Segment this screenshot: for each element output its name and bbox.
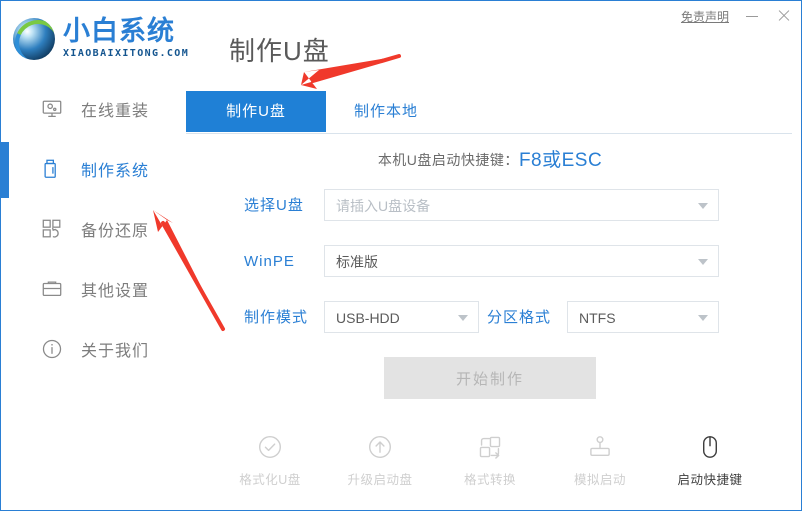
content-panel: 制作U盘 制作本地 本机U盘启动快捷键：F8或ESC 选择U盘 请插入U盘设备 … [179, 79, 801, 510]
minimize-icon[interactable] [743, 7, 761, 25]
mode-select-value: USB-HDD [336, 310, 400, 326]
monitor-icon [41, 98, 63, 120]
winpe-label: WinPE [244, 253, 295, 270]
active-indicator [1, 142, 9, 198]
title-bar: 小白系统 XIAOBAIXITONG.COM 制作U盘 免责声明 [1, 1, 801, 79]
start-button[interactable]: 开始制作 [384, 357, 596, 399]
tool-label: 启动快捷键 [677, 473, 743, 487]
logo-name-en: XIAOBAIXITONG.COM [63, 48, 190, 59]
usb-select-value: 请插入U盘设备 [336, 198, 431, 214]
form-row-usb: 选择U盘 请插入U盘设备 [179, 189, 801, 233]
boot-shortcut-key: F8或ESC [518, 150, 603, 171]
tool-label: 模拟启动 [573, 473, 626, 487]
chevron-down-icon [698, 203, 708, 209]
joystick-icon [587, 431, 613, 463]
make-usb-form: 选择U盘 请插入U盘设备 WinPE 标准版 制作模式 USB-HDD 分区格式… [179, 189, 801, 357]
sidebar-item-backup-restore[interactable]: 备份还原 [1, 199, 179, 259]
form-row-winpe: WinPE 标准版 [179, 245, 801, 289]
arrow-up-circle-icon [367, 431, 393, 463]
tab-bar: 制作U盘 制作本地 [186, 91, 792, 134]
window-controls: 免责声明 [681, 7, 793, 25]
chevron-down-icon [698, 259, 708, 265]
sidebar-item-online-reinstall[interactable]: 在线重装 [1, 79, 179, 139]
format-convert-icon [477, 431, 503, 463]
winpe-select[interactable]: 标准版 [324, 245, 719, 277]
tool-boot-shortcut[interactable]: 启动快捷键 [674, 431, 746, 501]
boot-shortcut-label: 本机U盘启动快捷键： [377, 152, 519, 168]
tab-make-usb[interactable]: 制作U盘 [186, 91, 326, 132]
close-icon[interactable] [775, 7, 793, 25]
logo-text-block: 小白系统 XIAOBAIXITONG.COM [63, 17, 189, 60]
partition-label: 分区格式 [487, 309, 552, 326]
info-circle-icon [41, 338, 63, 360]
sidebar: 在线重装 制作系统 备份还原 其他设置 关于我们 [1, 79, 179, 510]
winpe-select-value: 标准版 [336, 254, 378, 270]
sidebar-item-label: 在线重装 [81, 103, 150, 120]
page-title: 制作U盘 [229, 36, 330, 66]
tool-format-convert[interactable]: 格式转换 [454, 431, 526, 501]
sidebar-item-label: 备份还原 [81, 223, 150, 240]
toolbox-icon [41, 278, 63, 300]
bottom-toolbar: 格式化U盘 升级启动盘 格式转换 模拟启动 启动快捷键 [179, 431, 801, 501]
form-row-mode-partition: 制作模式 USB-HDD 分区格式 NTFS [179, 301, 801, 345]
chevron-down-icon [458, 315, 468, 321]
sidebar-item-make-system[interactable]: 制作系统 [1, 139, 179, 199]
partition-select-value: NTFS [579, 310, 616, 326]
tool-upgrade-boot-disk[interactable]: 升级启动盘 [344, 431, 416, 501]
usb-select[interactable]: 请插入U盘设备 [324, 189, 719, 221]
mode-select[interactable]: USB-HDD [324, 301, 479, 333]
usb-drive-icon [41, 158, 63, 180]
recycle-circle-logo-icon [13, 18, 55, 60]
mouse-icon [697, 431, 723, 463]
sidebar-item-other-settings[interactable]: 其他设置 [1, 259, 179, 319]
backup-blocks-icon [41, 218, 63, 240]
tool-label: 格式转换 [463, 473, 516, 487]
logo-name-cn: 小白系统 [63, 16, 175, 47]
tab-make-local[interactable]: 制作本地 [326, 91, 446, 132]
sidebar-item-about-us[interactable]: 关于我们 [1, 319, 179, 379]
disclaimer-link[interactable]: 免责声明 [681, 8, 729, 25]
sidebar-item-label: 其他设置 [81, 283, 150, 300]
tool-simulate-boot[interactable]: 模拟启动 [564, 431, 636, 501]
check-circle-icon [257, 431, 283, 463]
sidebar-item-label: 关于我们 [81, 343, 150, 360]
app-logo: 小白系统 XIAOBAIXITONG.COM [13, 17, 189, 60]
app-window: 小白系统 XIAOBAIXITONG.COM 制作U盘 免责声明 在线重装 制作… [0, 0, 802, 511]
tool-format-usb[interactable]: 格式化U盘 [234, 431, 306, 501]
tool-label: 格式化U盘 [239, 473, 301, 487]
tool-label: 升级启动盘 [347, 473, 413, 487]
boot-shortcut-hint: 本机U盘启动快捷键：F8或ESC [179, 145, 801, 172]
partition-select[interactable]: NTFS [567, 301, 719, 333]
sidebar-item-label: 制作系统 [81, 163, 150, 180]
usb-label: 选择U盘 [244, 197, 304, 214]
chevron-down-icon [698, 315, 708, 321]
mode-label: 制作模式 [244, 309, 309, 326]
